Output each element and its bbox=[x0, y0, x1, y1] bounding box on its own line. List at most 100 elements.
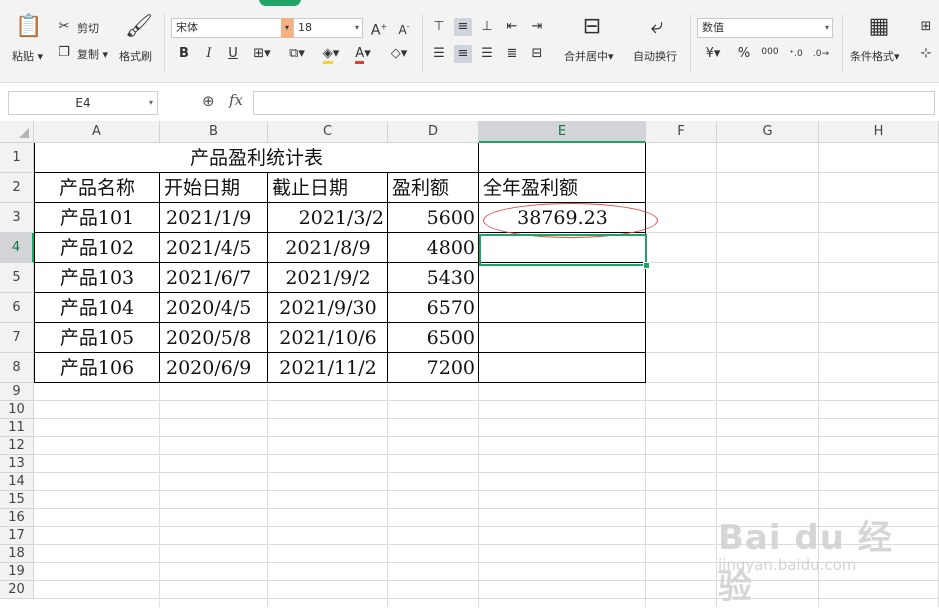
row-header-18[interactable]: 18 bbox=[0, 545, 34, 563]
table-cell[interactable]: 2021/11/2 bbox=[268, 353, 388, 383]
column-header-e[interactable]: E bbox=[479, 121, 646, 143]
row-header-12[interactable]: 12 bbox=[0, 437, 34, 455]
table-cell[interactable]: 6500 bbox=[388, 323, 479, 353]
scissors-icon[interactable]: ✂ bbox=[55, 18, 73, 36]
table-header-cell[interactable]: 截止日期 bbox=[268, 173, 388, 203]
paste-icon[interactable]: 📋 bbox=[14, 14, 44, 40]
copy-icon[interactable]: ❐ bbox=[55, 44, 73, 62]
table-cell[interactable]: 2021/9/30 bbox=[268, 293, 388, 323]
table-cell[interactable]: 2021/8/9 bbox=[268, 233, 388, 263]
table-cell[interactable] bbox=[479, 293, 646, 323]
column-header-d[interactable]: D bbox=[388, 121, 479, 143]
wrap-text-icon[interactable]: ⤶ bbox=[642, 14, 672, 40]
table-cell[interactable]: 5600 bbox=[388, 203, 479, 233]
column-header-c[interactable]: C bbox=[268, 121, 388, 143]
table-cell[interactable]: 2021/1/9 bbox=[160, 203, 268, 233]
chevron-down-icon[interactable]: ▾ bbox=[149, 92, 153, 114]
column-header-f[interactable]: F bbox=[646, 121, 717, 143]
conditional-format-icon[interactable]: ▦ bbox=[864, 14, 894, 40]
row-header-17[interactable]: 17 bbox=[0, 527, 34, 545]
table-cell[interactable]: 5430 bbox=[388, 263, 479, 293]
align-left-icon[interactable]: ☰ bbox=[430, 45, 448, 63]
selected-cell-outline[interactable] bbox=[479, 234, 647, 266]
row-header-15[interactable]: 15 bbox=[0, 491, 34, 509]
currency-button[interactable]: ¥▾ bbox=[702, 45, 724, 63]
chevron-down-icon[interactable]: ▾ bbox=[281, 18, 293, 38]
select-all-corner[interactable] bbox=[0, 121, 34, 143]
cell-tools-icon[interactable]: ⊹ bbox=[916, 45, 936, 63]
paste-button[interactable]: 粘贴 ▾ bbox=[12, 48, 43, 64]
table-cell[interactable]: 产品103 bbox=[34, 263, 160, 293]
table-cell[interactable]: 4800 bbox=[388, 233, 479, 263]
table-cell[interactable]: 7200 bbox=[388, 353, 479, 383]
decrease-font-icon[interactable]: A- bbox=[394, 18, 414, 39]
table-cell[interactable]: 2020/5/8 bbox=[160, 323, 268, 353]
row-header-9[interactable]: 9 bbox=[0, 383, 34, 401]
formula-input[interactable] bbox=[253, 91, 935, 115]
table-cell[interactable]: 产品106 bbox=[34, 353, 160, 383]
table-cell[interactable]: 产品105 bbox=[34, 323, 160, 353]
font-color-icon[interactable]: A▾ bbox=[350, 45, 376, 64]
font-size-select[interactable]: 18 ▾ bbox=[293, 18, 363, 38]
cell-style-icon[interactable]: ⧉▾ bbox=[284, 45, 310, 63]
table-cell[interactable]: 2021/3/2 bbox=[268, 203, 388, 233]
align-bottom-icon[interactable]: ⊥ bbox=[478, 18, 496, 36]
row-header-13[interactable]: 13 bbox=[0, 455, 34, 473]
row-header-14[interactable]: 14 bbox=[0, 473, 34, 491]
row-header-19[interactable]: 19 bbox=[0, 563, 34, 581]
align-middle-icon[interactable]: ≡ bbox=[454, 18, 472, 36]
table-cell[interactable]: 2021/9/2 bbox=[268, 263, 388, 293]
chevron-down-icon[interactable]: ▾ bbox=[825, 19, 829, 37]
table-cell[interactable]: 2021/6/7 bbox=[160, 263, 268, 293]
row-header-4[interactable]: 4 bbox=[0, 233, 34, 263]
conditional-format-button[interactable]: 条件格式▾ bbox=[850, 48, 900, 64]
row-header-11[interactable]: 11 bbox=[0, 419, 34, 437]
align-top-icon[interactable]: ⊤ bbox=[430, 18, 448, 36]
row-header-10[interactable]: 10 bbox=[0, 401, 34, 419]
table-header-cell[interactable]: 全年盈利额 bbox=[479, 173, 646, 203]
italic-button[interactable]: I bbox=[201, 45, 217, 63]
increase-font-icon[interactable]: A+ bbox=[369, 18, 389, 40]
table-cell[interactable]: 2020/6/9 bbox=[160, 353, 268, 383]
thousands-separator-button[interactable]: 000 bbox=[760, 43, 780, 61]
row-header-3[interactable]: 3 bbox=[0, 203, 34, 233]
format-painter-icon[interactable]: 🖌 bbox=[125, 14, 153, 40]
border-icon[interactable]: ⊞▾ bbox=[249, 45, 275, 63]
fx-icon[interactable]: fx bbox=[229, 91, 243, 109]
table-cell[interactable]: 产品102 bbox=[34, 233, 160, 263]
table-cell[interactable] bbox=[479, 323, 646, 353]
merge-cells-icon[interactable]: ⊟ bbox=[577, 14, 607, 40]
increase-indent-icon[interactable]: ⇥ bbox=[528, 18, 546, 36]
copy-button[interactable]: 复制 ▾ bbox=[77, 46, 108, 62]
justify-icon[interactable]: ≣ bbox=[503, 45, 521, 63]
table-header-cell[interactable]: 开始日期 bbox=[160, 173, 268, 203]
wrap-text-button[interactable]: 自动换行 bbox=[633, 48, 677, 64]
decrease-decimal-icon[interactable]: .0→ bbox=[811, 45, 831, 63]
column-header-h[interactable]: H bbox=[819, 121, 939, 143]
table-cell[interactable] bbox=[479, 353, 646, 383]
increase-decimal-icon[interactable]: ⁺.0 bbox=[786, 45, 806, 63]
cut-button[interactable]: 剪切 bbox=[77, 20, 99, 36]
fill-color-icon[interactable]: ◈▾ bbox=[318, 45, 344, 64]
bold-button[interactable]: B bbox=[176, 45, 192, 63]
merge-center-button[interactable]: 合并居中▾ bbox=[564, 48, 614, 64]
table-cell[interactable]: 6570 bbox=[388, 293, 479, 323]
row-header-7[interactable]: 7 bbox=[0, 323, 34, 353]
decrease-indent-icon[interactable]: ⇤ bbox=[503, 18, 521, 36]
row-header-6[interactable]: 6 bbox=[0, 293, 34, 323]
column-header-b[interactable]: B bbox=[160, 121, 268, 143]
percent-button[interactable]: % bbox=[736, 45, 752, 63]
name-box[interactable]: E4 ▾ bbox=[8, 91, 158, 115]
row-header-2[interactable]: 2 bbox=[0, 173, 34, 203]
table-cell[interactable] bbox=[479, 263, 646, 293]
column-header-g[interactable]: G bbox=[717, 121, 819, 143]
underline-button[interactable]: U bbox=[225, 45, 241, 63]
font-name-select[interactable]: 宋体 ▾ bbox=[171, 18, 294, 38]
table-header-cell[interactable]: 盈利额 bbox=[388, 173, 479, 203]
row-header-16[interactable]: 16 bbox=[0, 509, 34, 527]
number-format-select[interactable]: 数值 ▾ bbox=[697, 18, 833, 38]
row-header-8[interactable]: 8 bbox=[0, 353, 34, 383]
table-cell[interactable]: 产品101 bbox=[34, 203, 160, 233]
table-header-cell[interactable]: 产品名称 bbox=[34, 173, 160, 203]
zoom-icon[interactable]: ⊕ bbox=[202, 92, 215, 110]
